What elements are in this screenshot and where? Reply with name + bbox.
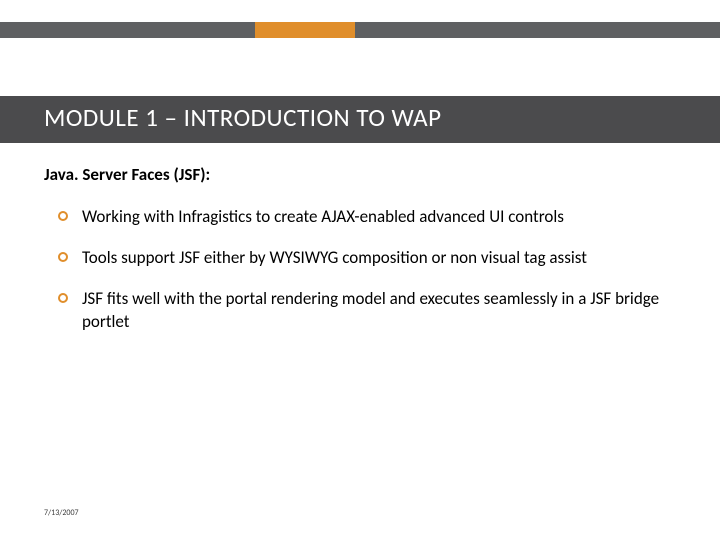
bullet-text: Tools support JSF either by WYSIWYG comp… [82, 247, 676, 270]
bullet-icon [58, 293, 68, 303]
stripe-segment-right [355, 22, 720, 38]
bullet-text: Working with Infragistics to create AJAX… [82, 206, 676, 229]
title-bar: MODULE 1 – INTRODUCTION TO WAP [0, 96, 720, 143]
top-stripe [0, 22, 720, 38]
list-item: JSF fits well with the portal rendering … [58, 288, 676, 334]
bullet-icon [58, 211, 68, 221]
stripe-segment-left [0, 22, 255, 38]
stripe-segment-accent [255, 22, 355, 38]
footer-date: 7/13/2007 [44, 508, 79, 518]
bullet-list: Working with Infragistics to create AJAX… [58, 206, 676, 352]
list-item: Tools support JSF either by WYSIWYG comp… [58, 247, 676, 270]
slide-title: MODULE 1 – INTRODUCTION TO WAP [44, 102, 720, 133]
list-item: Working with Infragistics to create AJAX… [58, 206, 676, 229]
section-subhead: Java. Server Faces (JSF): [44, 164, 210, 185]
slide: MODULE 1 – INTRODUCTION TO WAP Java. Ser… [0, 0, 720, 540]
bullet-text: JSF fits well with the portal rendering … [82, 288, 676, 334]
bullet-icon [58, 252, 68, 262]
